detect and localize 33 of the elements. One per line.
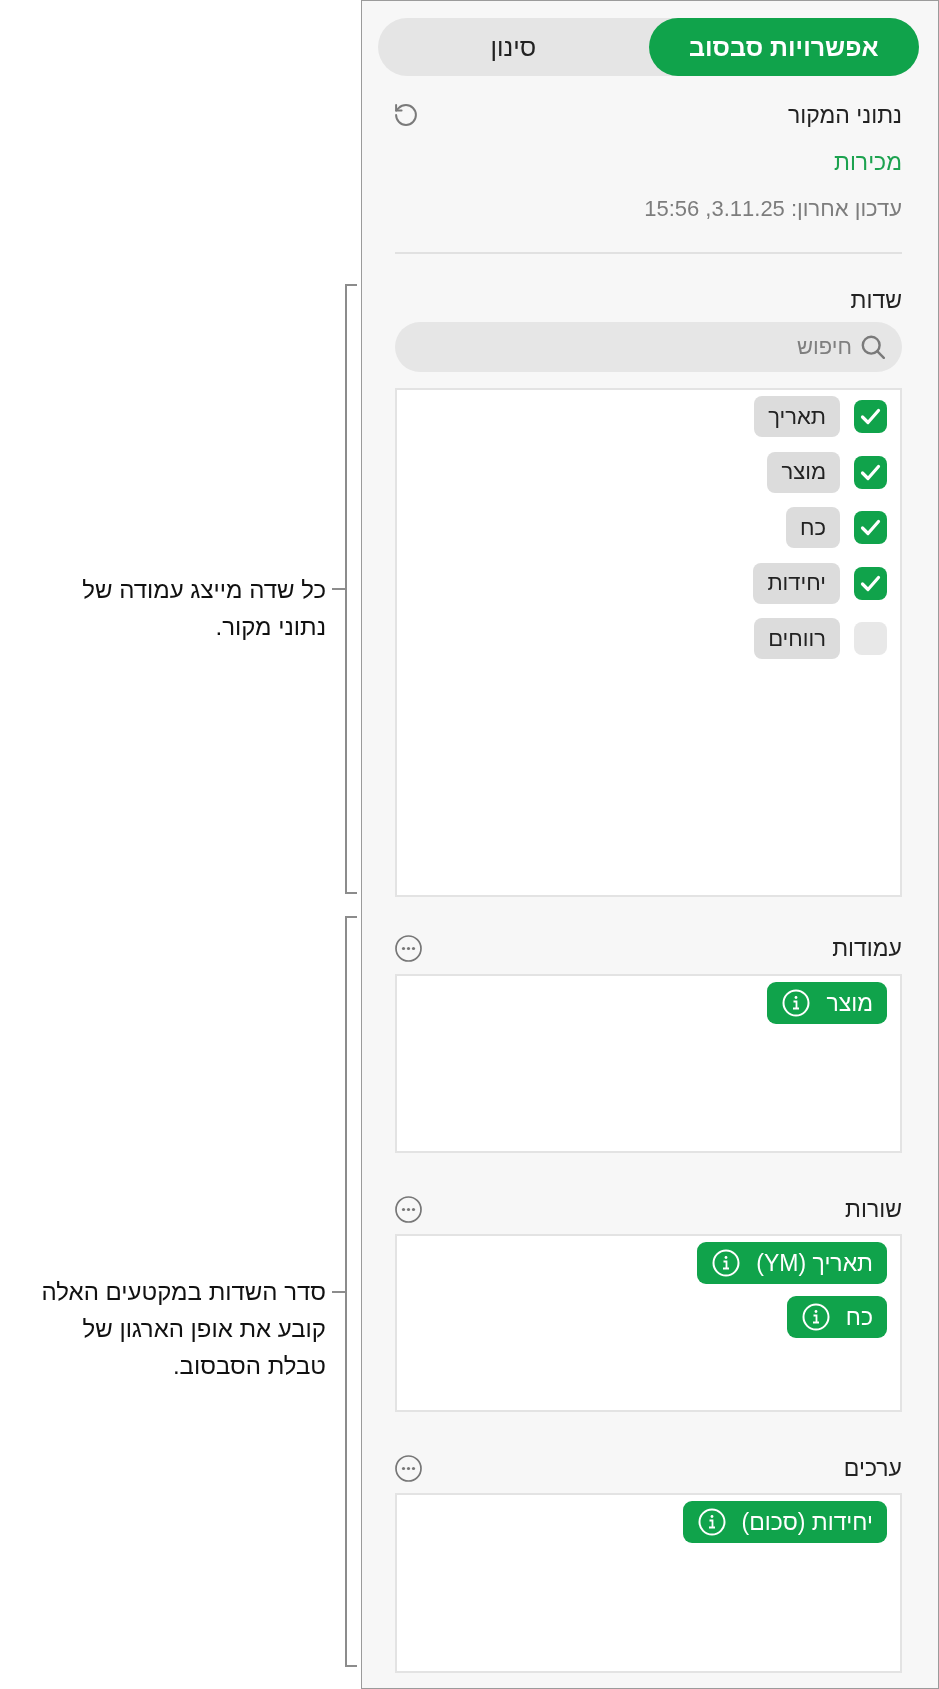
check-icon (860, 574, 881, 592)
section-title: עמודות (832, 934, 902, 962)
more-options-icon[interactable] (395, 934, 422, 962)
last-updated-text: עדכון אחרון: 3.11.25, 15:56 (643, 195, 902, 223)
field-chip[interactable]: רווחים (754, 618, 840, 659)
field-chip[interactable]: כח (785, 507, 840, 548)
refresh-icon[interactable] (395, 104, 417, 126)
info-icon[interactable] (782, 989, 811, 1017)
search-field[interactable]: חיפוש (395, 322, 902, 372)
source-name: מכירות (833, 148, 902, 176)
checkbox[interactable] (854, 400, 887, 433)
info-icon[interactable] (712, 1249, 741, 1277)
checkbox[interactable] (854, 455, 887, 489)
tab[interactable]: סינון (378, 18, 649, 76)
field-chip[interactable]: מוצר (767, 451, 840, 493)
field-chip[interactable]: יחידות (753, 562, 840, 604)
info-icon[interactable] (697, 1508, 726, 1536)
field-chip[interactable]: תאריך (754, 396, 840, 437)
check-icon (860, 463, 881, 481)
section-title: שדות (850, 286, 902, 314)
more-options-icon[interactable] (395, 1454, 422, 1482)
callout-text: כל שדה מייצג עמודה של נתוני מקור. (81, 574, 326, 642)
checkbox[interactable] (854, 511, 887, 544)
info-icon[interactable] (801, 1303, 830, 1331)
check-icon (860, 408, 881, 425)
callout-text: סדר השדות במקטעים האלה קובע את אופן הארגון של טבלת הסבסוב. (40, 1277, 326, 1381)
search-icon (861, 335, 885, 359)
more-options-icon[interactable] (395, 1195, 422, 1223)
section-title: שורות (845, 1195, 902, 1223)
check-icon (860, 519, 881, 536)
section-title: נתוני המקור (787, 101, 902, 129)
checkbox[interactable] (854, 566, 887, 600)
section-title: ערכים (843, 1454, 902, 1482)
